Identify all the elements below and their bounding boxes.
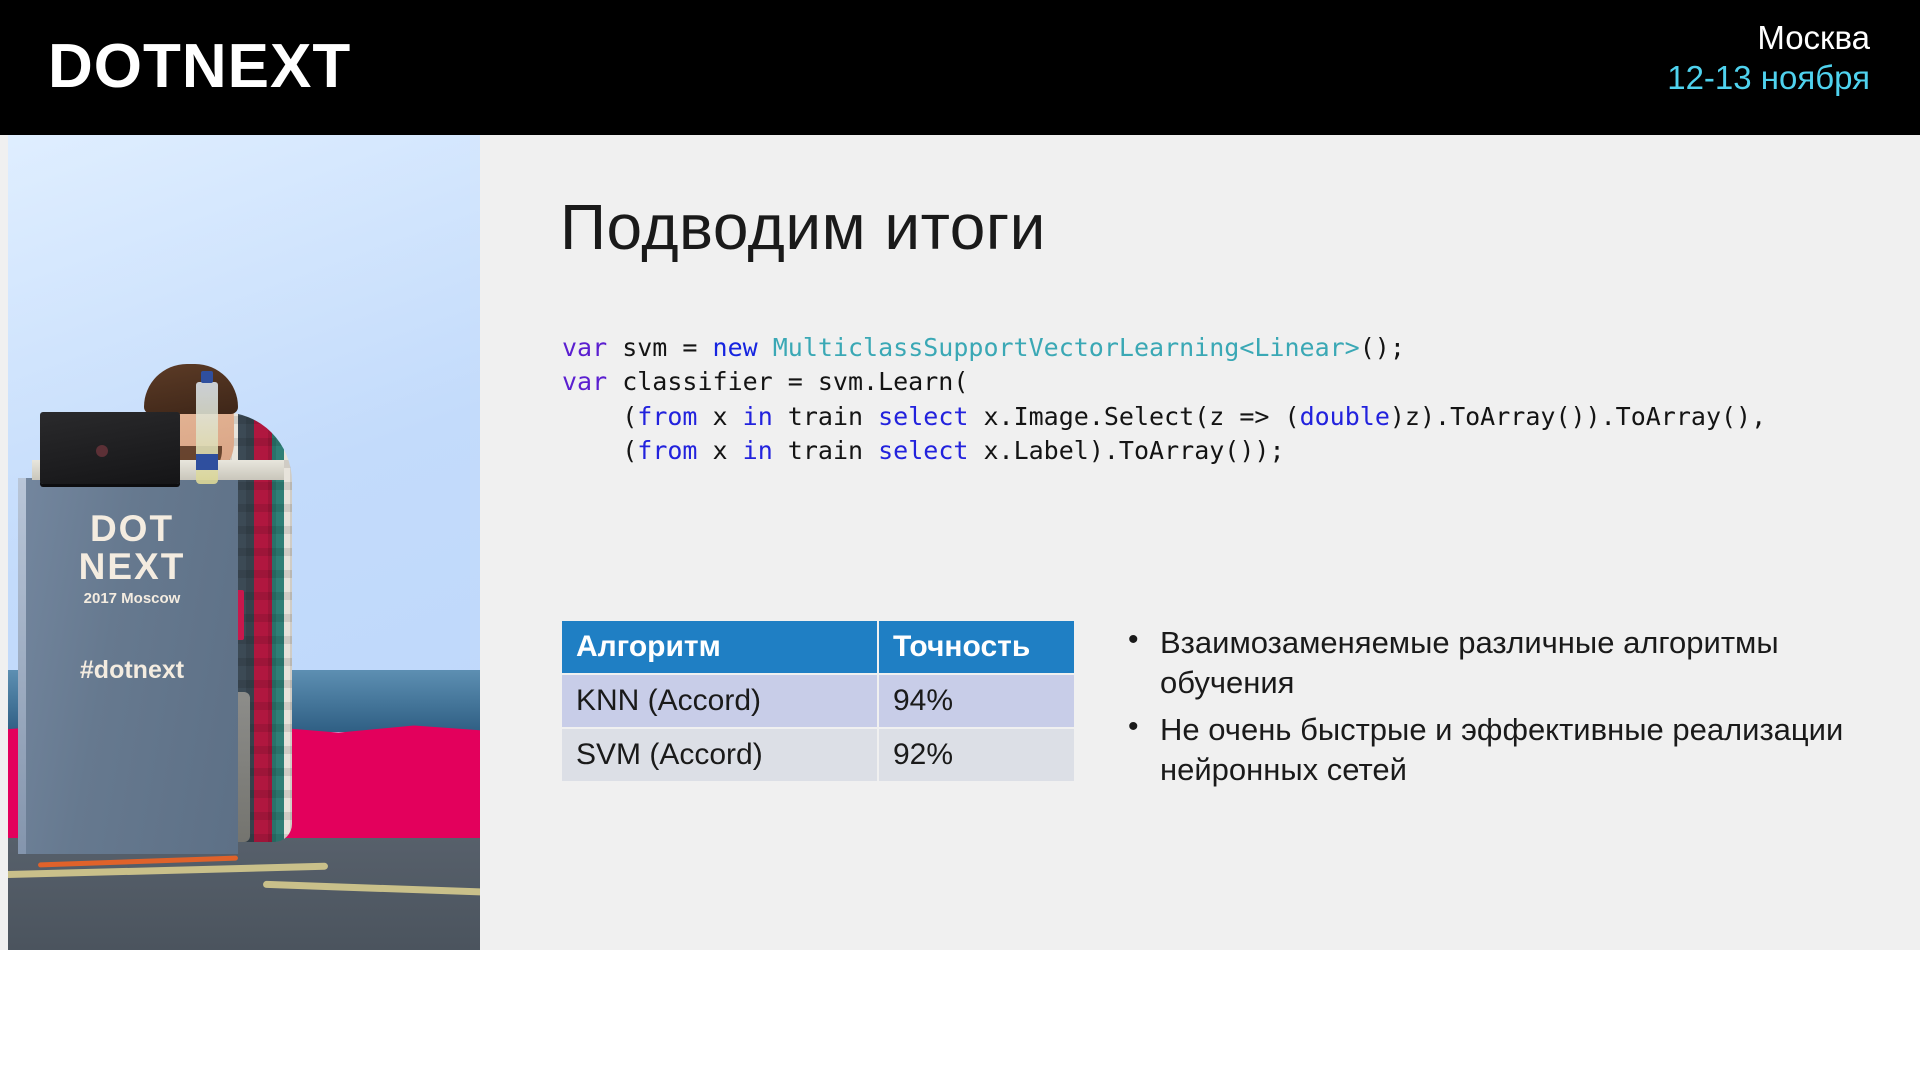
code-keyword-double: double xyxy=(1299,401,1390,431)
speaker-hair xyxy=(144,364,238,414)
code-text: train xyxy=(772,435,879,465)
summary-bullet-list: Взаимозаменяемые различные алгоритмы обу… xyxy=(1120,621,1880,798)
cell-accuracy: 94% xyxy=(878,673,1074,728)
slide-title: Подводим итоги xyxy=(560,191,1046,263)
code-type-name: MulticlassSupportVectorLearning<Linear> xyxy=(772,333,1360,362)
code-text: x.Label).ToArray()); xyxy=(968,435,1285,465)
stage-floor xyxy=(8,838,480,950)
podium-logo-dot: DOT xyxy=(89,508,175,549)
table-header-row: Алгоритм Точность xyxy=(562,621,1074,674)
speaker-video-panel: DOT NEXT 2017 Moscow #dotnext xyxy=(8,135,480,950)
water-bottle xyxy=(196,371,218,484)
code-text: x xyxy=(697,435,743,465)
table-header-algorithm: Алгоритм xyxy=(562,621,879,674)
conference-header-bar: DOTNEXT Москва 12-13 ноября xyxy=(0,0,1920,135)
code-sample: var svm = new MulticlassSupportVectorLea… xyxy=(562,331,1766,468)
podium: DOT NEXT 2017 Moscow #dotnext xyxy=(26,460,284,854)
table-row: KNN (Accord) 94% xyxy=(562,673,1074,728)
code-line-1: var svm = new MulticlassSupportVectorLea… xyxy=(562,333,1405,362)
code-keyword-var: var xyxy=(562,333,608,362)
code-keyword-from: from xyxy=(637,401,698,431)
code-keyword-from: from xyxy=(637,435,698,465)
event-city-label: Москва xyxy=(1757,19,1870,56)
slide-screenshot: DOTNEXT Москва 12-13 ноября DOT NEXT 201… xyxy=(0,0,1920,1080)
event-meta: Москва 12-13 ноября xyxy=(1667,18,1870,99)
code-text: x xyxy=(697,401,743,431)
code-keyword-select: select xyxy=(878,401,969,431)
code-keyword-in: in xyxy=(742,401,773,431)
list-item: Не очень быстрые и эффективные реализаци… xyxy=(1120,708,1880,789)
code-line-3: (from x in train select x.Image.Select(z… xyxy=(562,402,1766,431)
code-keyword-select: select xyxy=(878,435,969,465)
code-text: ( xyxy=(562,435,638,465)
code-text: )z).ToArray()).ToArray(), xyxy=(1389,401,1767,431)
code-text: svm = xyxy=(607,333,713,362)
table-header-accuracy: Точность xyxy=(878,621,1074,674)
code-line-2: var classifier = svm.Learn( xyxy=(562,367,968,396)
code-keyword-var: var xyxy=(562,367,608,397)
cell-algorithm: SVM (Accord) xyxy=(562,727,879,781)
podium-logo-next: NEXT xyxy=(78,546,186,587)
code-keyword-in: in xyxy=(742,435,773,465)
cell-accuracy: 92% xyxy=(878,727,1074,781)
table-row: SVM (Accord) 92% xyxy=(562,727,1074,781)
podium-year-label: 2017 Moscow xyxy=(83,590,181,607)
code-text: x.Image.Select(z => ( xyxy=(968,401,1300,431)
event-dates-label: 12-13 ноября xyxy=(1667,59,1870,97)
code-line-4: (from x in train select x.Label).ToArray… xyxy=(562,435,1285,465)
dotnext-logo: DOTNEXT xyxy=(48,32,352,101)
podium-hashtag-label: #dotnext xyxy=(79,656,185,684)
code-text: train xyxy=(772,401,879,431)
list-item: Взаимозаменяемые различные алгоритмы обу… xyxy=(1120,621,1880,702)
code-text: ( xyxy=(562,401,638,431)
code-text: classifier = svm.Learn( xyxy=(607,367,969,397)
laptop xyxy=(40,412,180,484)
slide-surface: DOT NEXT 2017 Moscow #dotnext Подводим и… xyxy=(0,135,1920,950)
code-text: (); xyxy=(1359,333,1405,362)
cell-algorithm: KNN (Accord) xyxy=(562,673,879,728)
code-keyword-new: new xyxy=(712,333,758,362)
results-table: Алгоритм Точность KNN (Accord) 94% SVM (… xyxy=(562,621,1074,781)
slide-content: Подводим итоги var svm = new MulticlassS… xyxy=(560,135,1920,950)
